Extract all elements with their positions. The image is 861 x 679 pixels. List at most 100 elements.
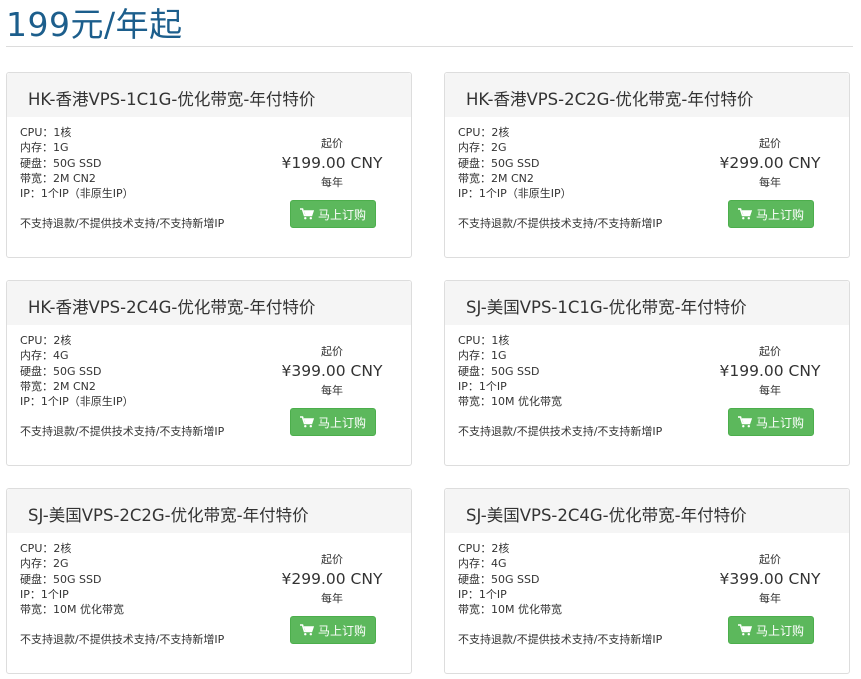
card-header: SJ-美国VPS-2C2G-优化带宽-年付特价 bbox=[7, 489, 411, 533]
order-now-button[interactable]: 马上订购 bbox=[290, 200, 376, 228]
price: ¥399.00 CNY bbox=[281, 362, 383, 380]
spec-cpu: CPU：2核 bbox=[20, 334, 72, 347]
product-title: HK-香港VPS-2C4G-优化带宽-年付特价 bbox=[28, 298, 316, 317]
spec-bandwidth: 带宽：2M CN2 bbox=[20, 379, 96, 393]
spec-list: CPU：2核 内存：2G 硬盘：50G SSD 带宽：2M CN2 IP：1个I… bbox=[458, 125, 572, 201]
card-header: HK-香港VPS-2C4G-优化带宽-年付特价 bbox=[7, 281, 411, 325]
spec-memory: 内存：2G bbox=[458, 141, 507, 155]
spec-bandwidth: 带宽：10M 优化带宽 bbox=[20, 603, 124, 617]
price-block: 起价 ¥199.00 CNY 每年 bbox=[705, 344, 835, 398]
spec-disk: 硬盘：50G SSD bbox=[458, 156, 540, 170]
policy-notice: 不支持退款/不提供技术支持/不支持新增IP bbox=[458, 425, 663, 438]
order-button-label: 马上订购 bbox=[317, 207, 366, 222]
card-header: HK-香港VPS-1C1G-优化带宽-年付特价 bbox=[7, 73, 411, 117]
billing-period: 每年 bbox=[321, 176, 343, 189]
spec-list: CPU：1核 内存：1G 硬盘：50G SSD 带宽：2M CN2 IP：1个I… bbox=[20, 125, 134, 201]
price-block: 起价 ¥399.00 CNY 每年 bbox=[705, 552, 835, 606]
price-block: 起价 ¥299.00 CNY 每年 bbox=[705, 136, 835, 190]
price-label: 起价 bbox=[759, 137, 781, 150]
spec-list: CPU：2核 内存：4G 硬盘：50G SSD IP：1个IP 带宽：10M 优… bbox=[458, 541, 562, 617]
cart-icon bbox=[299, 208, 314, 220]
product-title: SJ-美国VPS-2C2G-优化带宽-年付特价 bbox=[28, 506, 309, 525]
policy-notice: 不支持退款/不提供技术支持/不支持新增IP bbox=[458, 633, 663, 646]
cart-icon bbox=[737, 208, 752, 220]
order-now-button[interactable]: 马上订购 bbox=[728, 200, 814, 228]
product-card: SJ-美国VPS-1C1G-优化带宽-年付特价 CPU：1核 内存：1G 硬盘：… bbox=[444, 280, 850, 466]
spec-bandwidth: 带宽：10M 优化带宽 bbox=[458, 603, 562, 617]
card-header: SJ-美国VPS-1C1G-优化带宽-年付特价 bbox=[445, 281, 849, 325]
price: ¥299.00 CNY bbox=[719, 154, 821, 172]
price-block: 起价 ¥399.00 CNY 每年 bbox=[267, 344, 397, 398]
product-title: HK-香港VPS-1C1G-优化带宽-年付特价 bbox=[28, 90, 316, 109]
card-header: HK-香港VPS-2C2G-优化带宽-年付特价 bbox=[445, 73, 849, 117]
order-now-button[interactable]: 马上订购 bbox=[728, 408, 814, 436]
product-card: SJ-美国VPS-2C4G-优化带宽-年付特价 CPU：2核 内存：4G 硬盘：… bbox=[444, 488, 850, 674]
policy-notice: 不支持退款/不提供技术支持/不支持新增IP bbox=[20, 217, 225, 230]
policy-notice: 不支持退款/不提供技术支持/不支持新增IP bbox=[458, 217, 663, 230]
order-button-label: 马上订购 bbox=[755, 623, 804, 638]
billing-period: 每年 bbox=[759, 592, 781, 605]
spec-cpu: CPU：1核 bbox=[458, 334, 510, 347]
product-card: HK-香港VPS-2C2G-优化带宽-年付特价 CPU：2核 内存：2G 硬盘：… bbox=[444, 72, 850, 258]
spec-list: CPU：2核 内存：2G 硬盘：50G SSD IP：1个IP 带宽：10M 优… bbox=[20, 541, 124, 617]
price-label: 起价 bbox=[759, 345, 781, 358]
product-title: SJ-美国VPS-2C4G-优化带宽-年付特价 bbox=[466, 506, 747, 525]
billing-period: 每年 bbox=[321, 592, 343, 605]
spec-bandwidth: 带宽：10M 优化带宽 bbox=[458, 395, 562, 409]
price-label: 起价 bbox=[759, 553, 781, 566]
order-button-label: 马上订购 bbox=[317, 623, 366, 638]
product-card: HK-香港VPS-2C4G-优化带宽-年付特价 CPU：2核 内存：4G 硬盘：… bbox=[6, 280, 412, 466]
price-label: 起价 bbox=[321, 553, 343, 566]
order-now-button[interactable]: 马上订购 bbox=[728, 616, 814, 644]
spec-cpu: CPU：1核 bbox=[20, 126, 72, 139]
policy-notice: 不支持退款/不提供技术支持/不支持新增IP bbox=[20, 425, 225, 438]
spec-cpu: CPU：2核 bbox=[458, 126, 510, 139]
price: ¥199.00 CNY bbox=[719, 362, 821, 380]
product-title: HK-香港VPS-2C2G-优化带宽-年付特价 bbox=[466, 90, 754, 109]
page-header: 199元/年起 bbox=[6, 0, 853, 47]
spec-list: CPU：1核 内存：1G 硬盘：50G SSD IP：1个IP 带宽：10M 优… bbox=[458, 333, 562, 409]
spec-memory: 内存：1G bbox=[458, 349, 507, 363]
spec-ip: IP：1个IP（非原生IP） bbox=[20, 395, 134, 409]
price-label: 起价 bbox=[321, 345, 343, 358]
price: ¥399.00 CNY bbox=[719, 570, 821, 588]
spec-cpu: CPU：2核 bbox=[458, 542, 510, 555]
spec-ip: IP：1个IP bbox=[458, 587, 507, 601]
cart-icon bbox=[299, 624, 314, 636]
spec-list: CPU：2核 内存：4G 硬盘：50G SSD 带宽：2M CN2 IP：1个I… bbox=[20, 333, 134, 409]
price-block: 起价 ¥199.00 CNY 每年 bbox=[267, 136, 397, 190]
price: ¥199.00 CNY bbox=[281, 154, 383, 172]
spec-ip: IP：1个IP（非原生IP） bbox=[458, 187, 572, 201]
page-title: 199元/年起 bbox=[6, 5, 183, 44]
billing-period: 每年 bbox=[321, 384, 343, 397]
price-label: 起价 bbox=[321, 137, 343, 150]
billing-period: 每年 bbox=[759, 176, 781, 189]
billing-period: 每年 bbox=[759, 384, 781, 397]
spec-bandwidth: 带宽：2M CN2 bbox=[20, 171, 96, 185]
spec-ip: IP：1个IP（非原生IP） bbox=[20, 187, 134, 201]
order-button-label: 马上订购 bbox=[317, 415, 366, 430]
spec-memory: 内存：4G bbox=[20, 349, 69, 363]
spec-disk: 硬盘：50G SSD bbox=[458, 364, 540, 378]
spec-disk: 硬盘：50G SSD bbox=[20, 364, 102, 378]
cart-icon bbox=[299, 416, 314, 428]
card-header: SJ-美国VPS-2C4G-优化带宽-年付特价 bbox=[445, 489, 849, 533]
spec-cpu: CPU：2核 bbox=[20, 542, 72, 555]
product-card: SJ-美国VPS-2C2G-优化带宽-年付特价 CPU：2核 内存：2G 硬盘：… bbox=[6, 488, 412, 674]
order-button-label: 马上订购 bbox=[755, 415, 804, 430]
spec-memory: 内存：4G bbox=[458, 557, 507, 571]
order-now-button[interactable]: 马上订购 bbox=[290, 616, 376, 644]
spec-bandwidth: 带宽：2M CN2 bbox=[458, 171, 534, 185]
order-now-button[interactable]: 马上订购 bbox=[290, 408, 376, 436]
spec-ip: IP：1个IP bbox=[458, 379, 507, 393]
cart-icon bbox=[737, 416, 752, 428]
cart-icon bbox=[737, 624, 752, 636]
spec-ip: IP：1个IP bbox=[20, 587, 69, 601]
spec-disk: 硬盘：50G SSD bbox=[20, 572, 102, 586]
order-button-label: 马上订购 bbox=[755, 207, 804, 222]
spec-disk: 硬盘：50G SSD bbox=[20, 156, 102, 170]
spec-disk: 硬盘：50G SSD bbox=[458, 572, 540, 586]
spec-memory: 内存：2G bbox=[20, 557, 69, 571]
price-block: 起价 ¥299.00 CNY 每年 bbox=[267, 552, 397, 606]
policy-notice: 不支持退款/不提供技术支持/不支持新增IP bbox=[20, 633, 225, 646]
